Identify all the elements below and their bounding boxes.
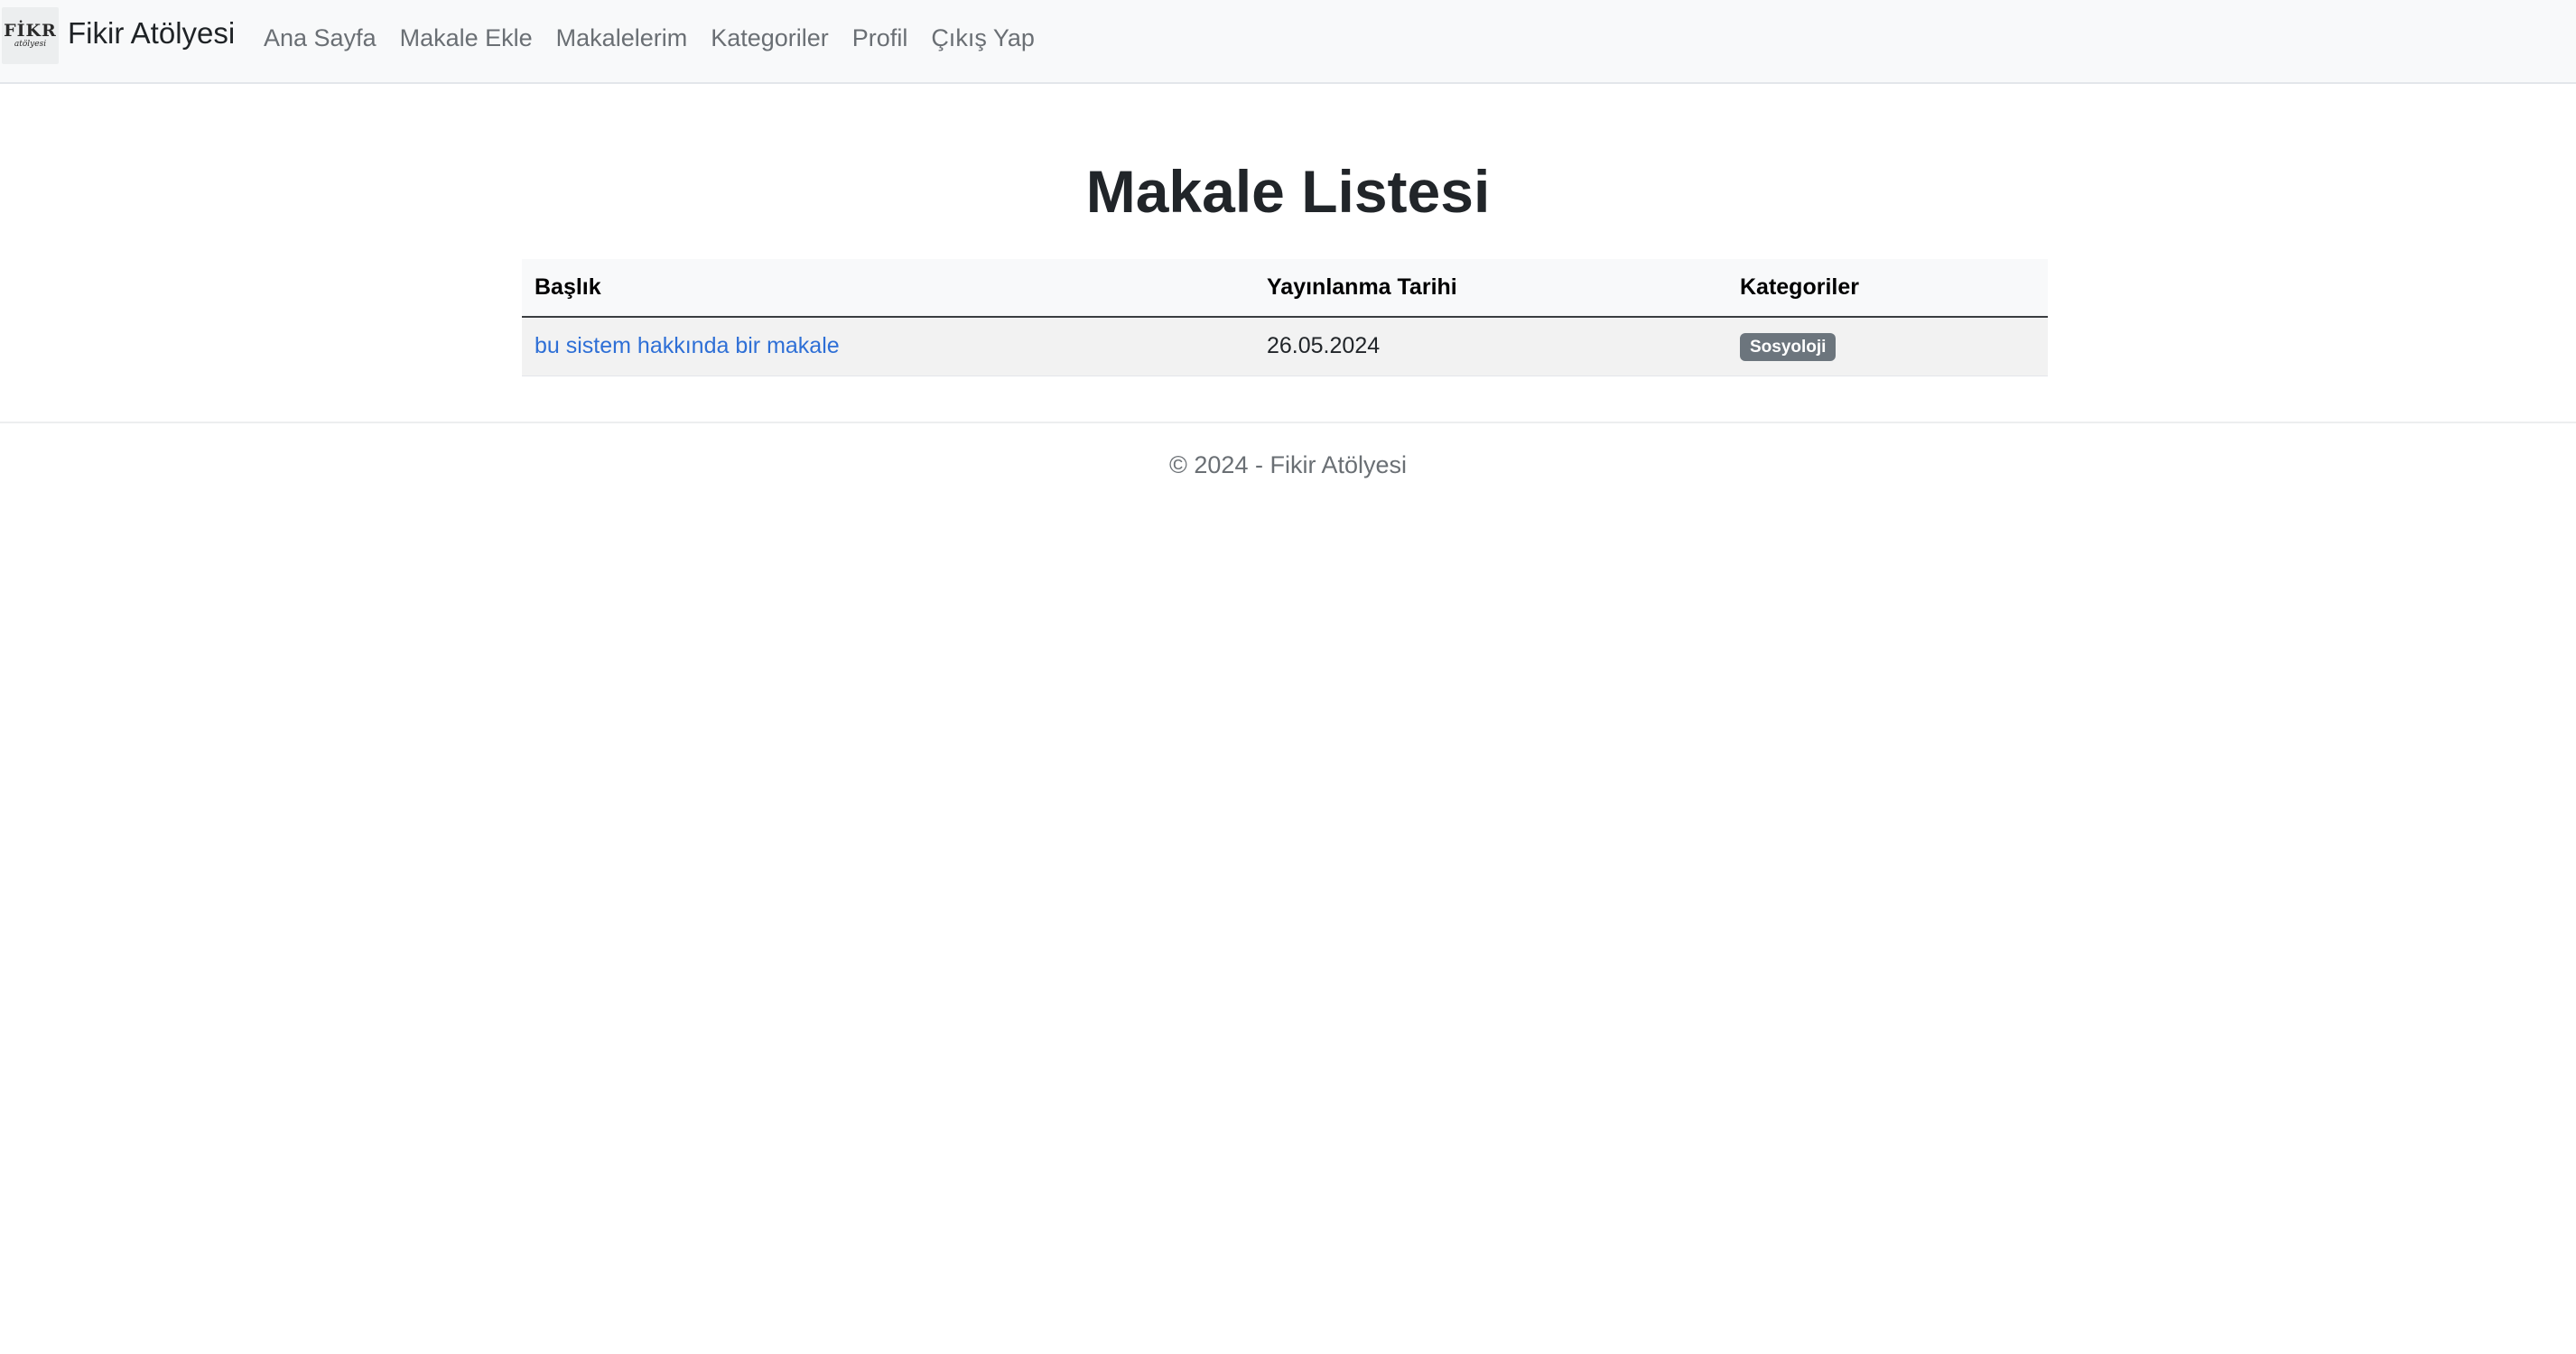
table-row: bu sistem hakkında bir makale 26.05.2024…	[522, 317, 2048, 376]
column-header-date: Yayınlanma Tarihi	[1254, 259, 1727, 318]
nav-link-categories[interactable]: Kategoriler	[711, 22, 829, 54]
page-title: Makale Listesi	[1085, 158, 1491, 225]
cell-categories: Sosyoloji	[1727, 317, 2048, 376]
brand-name[interactable]: Fikir Atölyesi	[68, 15, 235, 51]
nav-link-logout[interactable]: Çıkış Yap	[931, 22, 1035, 54]
cell-date: 26.05.2024	[1267, 333, 1381, 359]
table-header: Başlık Yayınlanma Tarihi Kategoriler	[522, 259, 2048, 318]
column-header-title: Başlık	[522, 259, 1254, 318]
column-header-categories: Kategoriler	[1727, 259, 2048, 318]
nav-link-my-articles[interactable]: Makalelerim	[556, 22, 688, 54]
articles-table: Başlık Yayınlanma Tarihi Kategoriler bu …	[522, 259, 2048, 376]
articles-table-container: Başlık Yayınlanma Tarihi Kategoriler bu …	[522, 259, 2048, 376]
nav-link-profile[interactable]: Profil	[852, 22, 908, 54]
logo-text: FİKR	[4, 21, 57, 41]
table-header-row: Başlık Yayınlanma Tarihi Kategoriler	[522, 259, 2048, 318]
logo-subtext: atölyesi	[14, 40, 47, 49]
cell-title: bu sistem hakkında bir makale	[522, 317, 1254, 376]
category-badge: Sosyoloji	[1740, 332, 1837, 361]
footer-divider	[0, 422, 2576, 423]
footer-text: © 2024 - Fikir Atölyesi	[1169, 451, 1407, 478]
brand-logo[interactable]: FİKR atölyesi	[2, 7, 59, 64]
nav-links: Ana Sayfa Makale Ekle Makalelerim Katego…	[264, 22, 1035, 54]
article-title-link[interactable]: bu sistem hakkında bir makale	[535, 333, 840, 358]
nav-link-home[interactable]: Ana Sayfa	[264, 22, 377, 54]
table-body: bu sistem hakkında bir makale 26.05.2024…	[522, 317, 2048, 376]
navbar: FİKR atölyesi Fikir Atölyesi Ana Sayfa M…	[0, 0, 2576, 84]
nav-link-add-article[interactable]: Makale Ekle	[400, 22, 533, 54]
